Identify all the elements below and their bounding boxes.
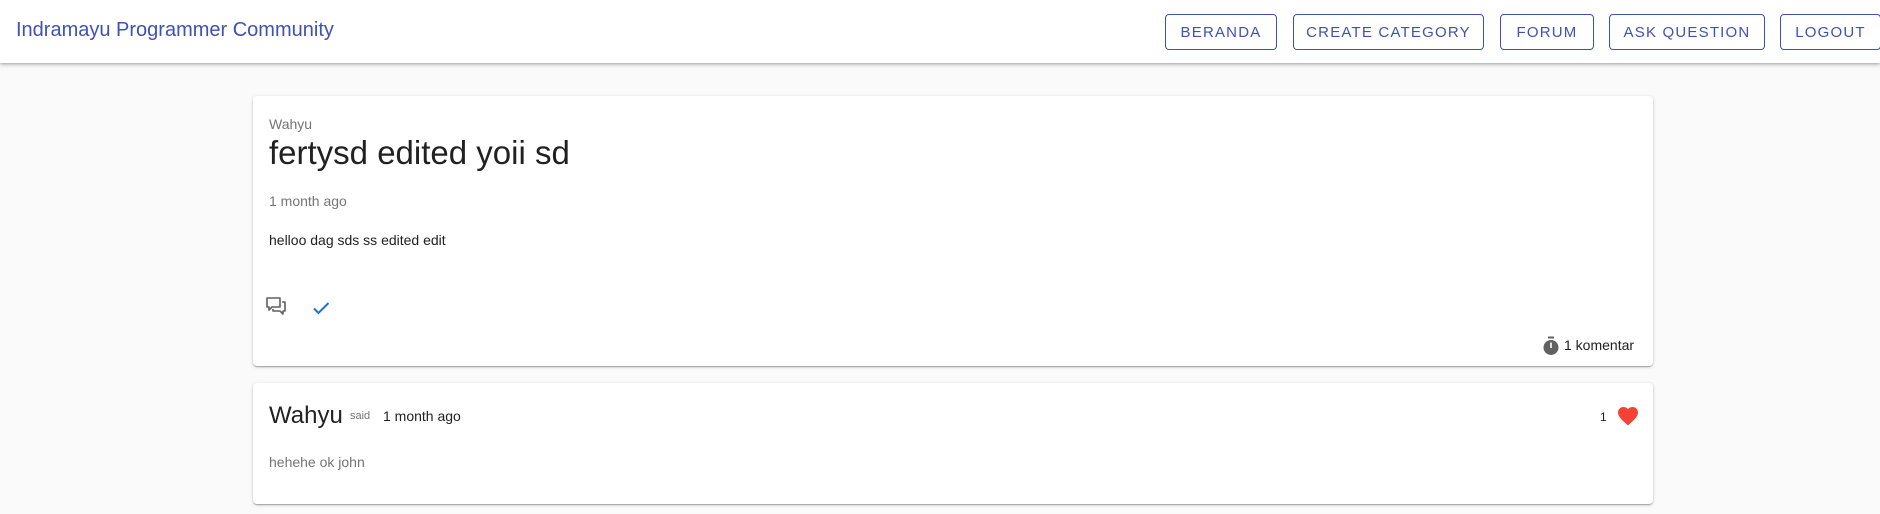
nav-forum-button[interactable]: Forum <box>1500 14 1594 50</box>
comment-card: Wahyu said 1 month ago hehehe ok john 1 <box>253 383 1653 504</box>
comment-body: hehehe ok john <box>269 454 365 470</box>
timer-icon <box>1541 336 1561 356</box>
app-bar: Indramayu Programmer Community Beranda C… <box>0 0 1880 63</box>
comment-author: Wahyu <box>269 402 343 429</box>
post-author: Wahyu <box>269 116 313 132</box>
check-icon[interactable] <box>309 296 333 320</box>
comments-icon[interactable] <box>264 295 288 319</box>
post-card: Wahyu fertysd edited yoii sd 1 month ago… <box>253 96 1653 366</box>
heart-icon[interactable] <box>1616 404 1640 428</box>
comment-count: 1 komentar <box>1564 337 1635 353</box>
nav-logout-button[interactable]: Logout <box>1780 14 1880 50</box>
comment-time: 1 month ago <box>383 408 461 424</box>
nav-ask-question-button[interactable]: Ask Question <box>1609 14 1765 50</box>
post-time: 1 month ago <box>269 193 347 209</box>
nav-beranda-button[interactable]: Beranda <box>1165 14 1277 50</box>
app-title[interactable]: Indramayu Programmer Community <box>16 19 334 42</box>
post-body: helloo dag sds ss edited edit <box>269 232 446 248</box>
nav-create-category-button[interactable]: Create Category <box>1293 14 1484 50</box>
like-count: 1 <box>1600 410 1607 424</box>
comment-said-label: said <box>350 410 371 422</box>
post-title: fertysd edited yoii sd <box>269 134 570 171</box>
